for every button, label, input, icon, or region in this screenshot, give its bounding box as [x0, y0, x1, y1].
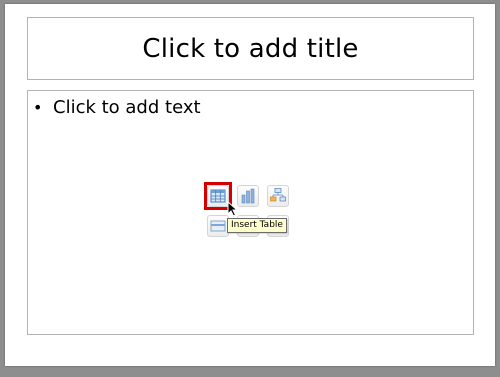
content-placeholder-text: Click to add text — [53, 97, 201, 118]
mouse-pointer-icon — [227, 201, 238, 217]
title-placeholder[interactable]: Click to add title — [27, 17, 474, 80]
slide-canvas: Click to add title • Click to add text I… — [5, 4, 495, 366]
content-placeholder[interactable]: • Click to add text Insert Table — [27, 90, 474, 335]
content-icon-group: Insert Table — [204, 182, 297, 247]
insert-table-tooltip: Insert Table — [227, 218, 287, 233]
chart-icon — [241, 188, 255, 204]
bullet-marker: • — [33, 98, 43, 117]
picture-icon — [210, 220, 226, 232]
smartart-icon — [270, 188, 286, 202]
insert-smartart-button[interactable] — [267, 185, 289, 207]
insert-chart-button[interactable] — [237, 185, 259, 207]
bullet-line: • Click to add text — [33, 97, 201, 118]
insert-picture-button[interactable] — [207, 215, 229, 237]
title-placeholder-text: Click to add title — [142, 33, 359, 64]
